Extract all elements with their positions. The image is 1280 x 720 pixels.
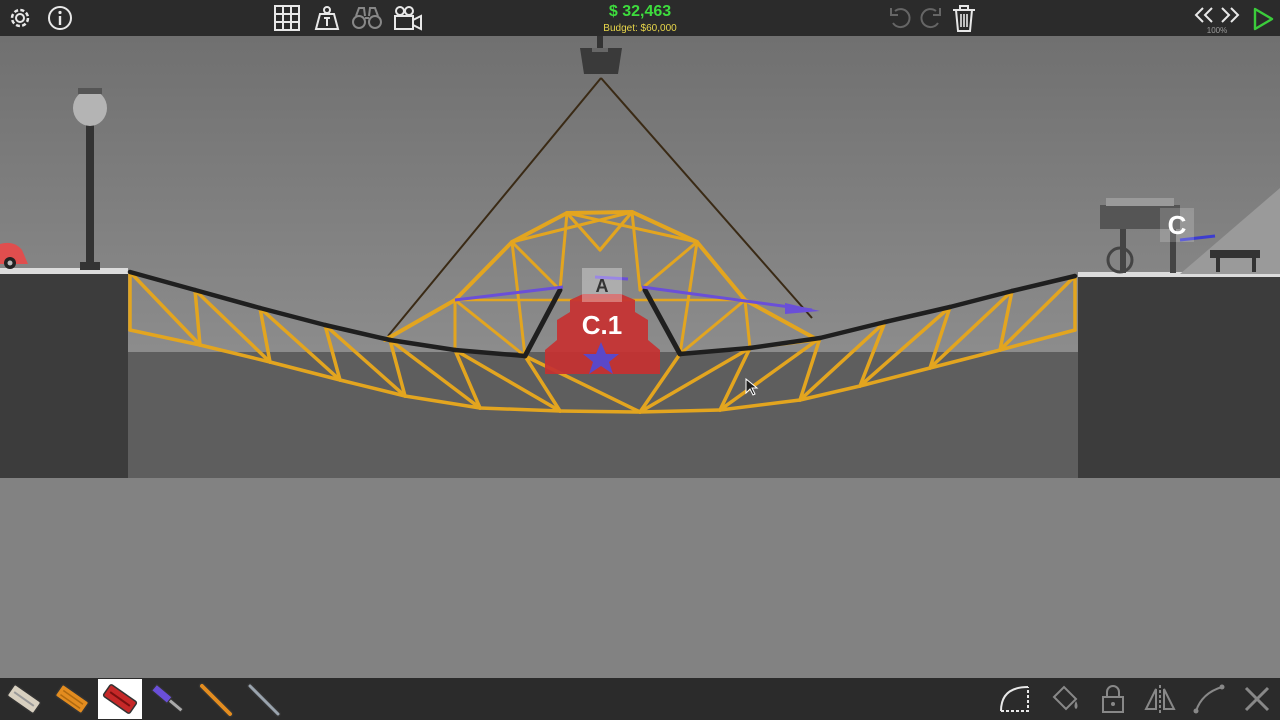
mouse-cursor-icon — [745, 377, 759, 401]
weight-icon[interactable] — [313, 4, 341, 32]
right-cliff — [1078, 274, 1280, 478]
wood-beam[interactable] — [565, 210, 634, 215]
delete-x-icon[interactable] — [1241, 683, 1273, 715]
lock-icon[interactable] — [1097, 683, 1129, 715]
material-hydraulic-button[interactable] — [146, 680, 190, 718]
camera-icon[interactable] — [392, 4, 424, 32]
money-readout: $ 32,463 — [608, 3, 672, 20]
grid-icon[interactable] — [273, 4, 301, 32]
checkpoint-right-label: C — [1160, 208, 1194, 242]
binoculars-icon[interactable] — [350, 4, 384, 32]
budget-readout: Budget: $60,000 — [603, 23, 677, 34]
settings-icon[interactable] — [5, 4, 35, 32]
left-cliff — [0, 270, 128, 478]
split-joint-icon[interactable] — [1192, 683, 1226, 715]
fast-forward-icon[interactable] — [1218, 5, 1242, 25]
sim-speed-label: 100% — [1206, 26, 1228, 35]
select-curve-icon[interactable] — [998, 683, 1032, 715]
bottom-toolbar — [0, 678, 1280, 720]
redo-icon[interactable] — [918, 5, 944, 31]
trash-icon[interactable] — [950, 3, 978, 33]
wood-beam[interactable] — [638, 408, 722, 414]
ground — [0, 478, 1280, 678]
mirror-icon[interactable] — [1143, 683, 1177, 715]
material-wood-beam-button[interactable] — [194, 680, 238, 718]
info-icon[interactable] — [46, 4, 74, 32]
wood-beam[interactable] — [558, 409, 642, 414]
anchor-label: A — [595, 276, 609, 296]
game-canvas[interactable] — [0, 36, 1280, 678]
rewind-icon[interactable] — [1192, 5, 1216, 25]
undo-icon[interactable] — [887, 5, 913, 31]
material-reinforced-road-button[interactable] — [97, 678, 143, 720]
material-wood-button[interactable] — [50, 680, 94, 718]
left-cliff-edge — [0, 268, 128, 274]
paint-bucket-icon[interactable] — [1048, 683, 1082, 715]
material-road-button[interactable] — [2, 680, 46, 718]
checkpoint-center-label: C.1 — [581, 310, 623, 340]
play-icon[interactable] — [1250, 6, 1276, 32]
material-steel-button[interactable] — [242, 680, 286, 718]
